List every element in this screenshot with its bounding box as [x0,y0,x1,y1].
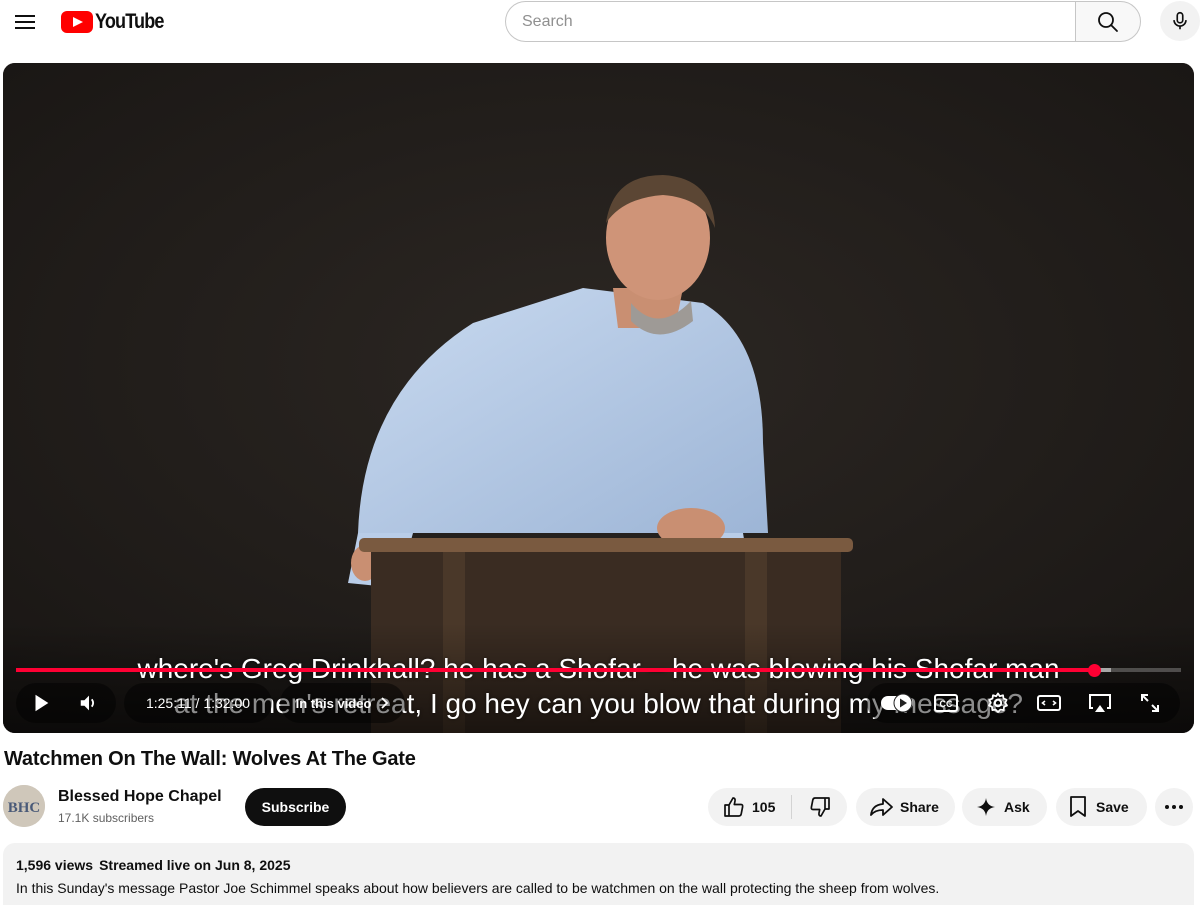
player-controls: 1:25:11 / 1:32:00 In this video CC [3,681,1194,725]
sparkle-icon [977,798,995,816]
bookmark-icon [1070,796,1086,817]
time-separator: / [191,695,204,711]
chapters-button[interactable]: In this video [280,683,405,723]
thumbs-up-icon [724,797,744,817]
like-count: 105 [752,799,776,815]
channel-logo-icon: BHC [3,785,45,827]
play-button[interactable] [21,683,61,723]
search-icon [1098,11,1118,32]
time-current: 1:25:11 [145,695,192,711]
chapters-label: In this video [295,695,372,711]
play-logo-icon [61,11,93,33]
logo-text: YouTube [95,10,164,33]
menu-icon[interactable] [12,9,38,35]
voice-search-button[interactable] [1160,1,1200,41]
description-box[interactable]: 1,596 views Streamed live on Jun 8, 2025 … [3,843,1194,905]
description-text: In this Sunday's message Pastor Joe Schi… [16,880,940,896]
mute-button[interactable] [69,683,109,723]
time-total: 1:32:00 [203,695,251,711]
volume-icon [80,695,95,711]
cast-button[interactable] [1080,683,1120,723]
like-button[interactable]: 105 [708,795,792,819]
video-title: Watchmen On The Wall: Wolves At The Gate [4,748,416,770]
ask-label: Ask [1004,799,1030,815]
thumbs-down-icon [809,797,830,817]
masthead: YouTube [0,0,1200,44]
share-icon [870,798,893,816]
subscriber-count: 17.1K subscribers [58,811,155,825]
time-display: 1:25:11 / 1:32:00 [124,683,272,723]
channel-name[interactable]: Blessed Hope Chapel [58,788,222,806]
progress-bar[interactable] [16,664,1181,677]
video-frame [3,63,1194,733]
settings-button[interactable] [978,683,1018,723]
play-icon [35,694,49,712]
gear-icon [988,692,1008,713]
publish-date: Streamed live on Jun 8, 2025 [99,857,291,873]
search-input[interactable] [505,1,1075,42]
dislike-button[interactable] [792,788,847,826]
view-count: 1,596 views [16,857,94,873]
save-label: Save [1096,799,1129,815]
channel-avatar[interactable]: BHC [3,785,45,827]
more-horizontal-icon [1165,805,1183,809]
autoplay-toggle[interactable] [875,683,919,723]
subscribe-button[interactable]: Subscribe [245,788,346,826]
ask-button[interactable]: Ask [962,788,1047,826]
fullscreen-button[interactable] [1130,683,1170,723]
search-bar [505,1,1141,42]
theater-mode-button[interactable] [1029,683,1069,723]
search-button[interactable] [1075,1,1141,42]
youtube-logo[interactable]: YouTube [61,8,175,36]
chevron-right-icon [381,697,389,709]
like-dislike-group: 105 [708,788,847,826]
save-button[interactable]: Save [1056,788,1147,826]
share-label: Share [900,799,939,815]
svg-text:CC: CC [940,699,953,709]
description-meta: 1,596 views Streamed live on Jun 8, 2025 [16,857,290,873]
autoplay-toggle-icon [881,693,913,713]
closed-captions-icon: CC [934,694,958,712]
expand-icon [1141,694,1159,712]
progress-played [16,668,1095,672]
svg-text:BHC: BHC [8,800,41,816]
share-button[interactable]: Share [856,788,955,826]
subtitles-button[interactable]: CC [926,683,966,723]
more-actions-button[interactable] [1155,788,1193,826]
theater-mode-icon [1037,695,1061,711]
microphone-icon [1173,11,1187,30]
airplay-icon [1089,694,1111,712]
video-player[interactable]: where's Greg Drinkhall? he has a Shofar … [3,63,1194,733]
